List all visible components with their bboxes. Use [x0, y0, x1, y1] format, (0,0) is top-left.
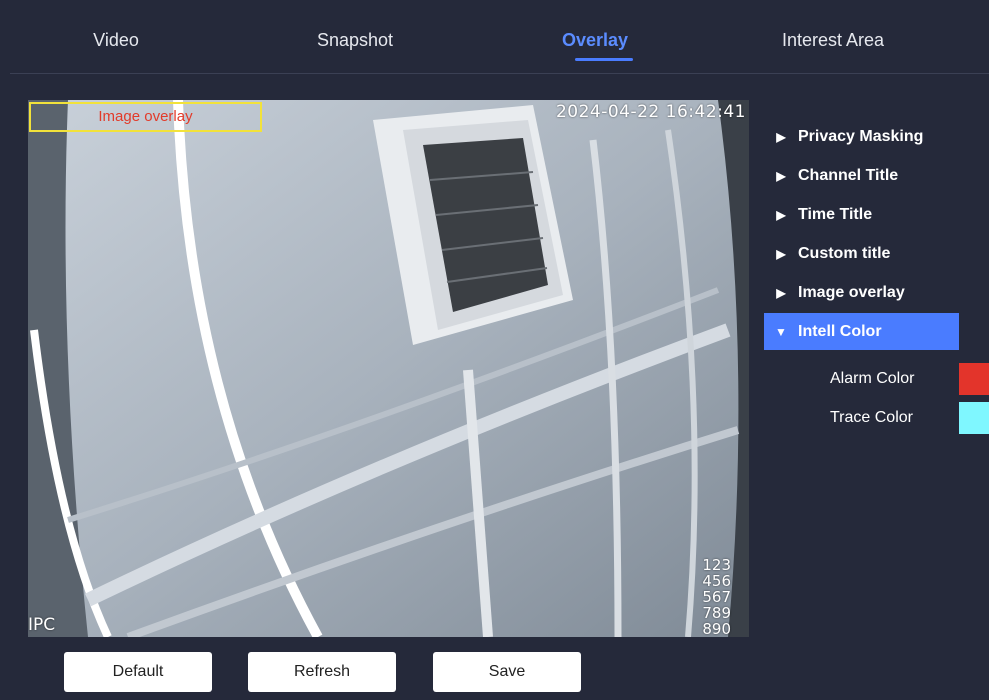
menu-item-privacy-masking[interactable]: ▶ Privacy Masking [764, 117, 959, 156]
camera-scene-image [28, 100, 749, 637]
overlay-menu: ▶ Privacy Masking ▶ Channel Title ▶ Time… [764, 117, 959, 350]
alarm-color-label: Alarm Color [830, 370, 915, 387]
alarm-color-swatch[interactable] [959, 363, 989, 395]
tab-bar: Video Snapshot Overlay Interest Area [10, 0, 989, 74]
caret-right-icon: ▶ [776, 129, 786, 144]
trace-color-label: Trace Color [830, 409, 913, 426]
menu-item-label: Channel Title [798, 166, 899, 184]
custom-line: 789 [702, 604, 731, 622]
alarm-color-row: Alarm Color [830, 361, 914, 397]
tab-overlay[interactable]: Overlay [562, 30, 628, 51]
caret-right-icon: ▶ [776, 168, 786, 183]
osd-time-title: 2024-04-22 16:42:41 [555, 102, 746, 122]
trace-color-swatch[interactable] [959, 402, 989, 434]
tab-video[interactable]: Video [93, 30, 139, 51]
menu-item-intell-color[interactable]: ▼ Intell Color [764, 313, 959, 350]
custom-line: 123 [702, 556, 731, 574]
caret-right-icon: ▶ [776, 246, 786, 261]
image-overlay-region[interactable]: Image overlay [29, 102, 262, 132]
menu-item-label: Custom title [798, 244, 891, 262]
menu-item-label: Intell Color [798, 322, 882, 340]
caret-right-icon: ▶ [776, 285, 786, 300]
custom-line: 890 [702, 620, 731, 637]
menu-item-label: Time Title [798, 205, 873, 223]
tab-interest-area[interactable]: Interest Area [782, 30, 884, 51]
custom-line: 567 [702, 588, 731, 606]
menu-item-label: Image overlay [798, 283, 905, 301]
menu-item-label: Privacy Masking [798, 127, 924, 145]
menu-item-channel-title[interactable]: ▶ Channel Title [764, 156, 959, 195]
tab-snapshot[interactable]: Snapshot [317, 30, 393, 51]
custom-line: 456 [702, 572, 731, 590]
caret-right-icon: ▶ [776, 207, 786, 222]
default-button[interactable]: Default [64, 652, 212, 692]
save-button[interactable]: Save [433, 652, 581, 692]
menu-item-time-title[interactable]: ▶ Time Title [764, 195, 959, 234]
menu-item-image-overlay[interactable]: ▶ Image overlay [764, 273, 959, 312]
active-tab-indicator [575, 58, 633, 61]
osd-channel-title: IPC [28, 615, 56, 635]
camera-preview: Image overlay 2024-04-22 16:42:41 IPC 12… [28, 100, 749, 637]
refresh-button[interactable]: Refresh [248, 652, 396, 692]
caret-down-icon: ▼ [775, 324, 787, 339]
osd-custom-title: 123 456 567 789 890 [702, 557, 731, 637]
trace-color-row: Trace Color [830, 400, 913, 436]
menu-item-custom-title[interactable]: ▶ Custom title [764, 234, 959, 273]
